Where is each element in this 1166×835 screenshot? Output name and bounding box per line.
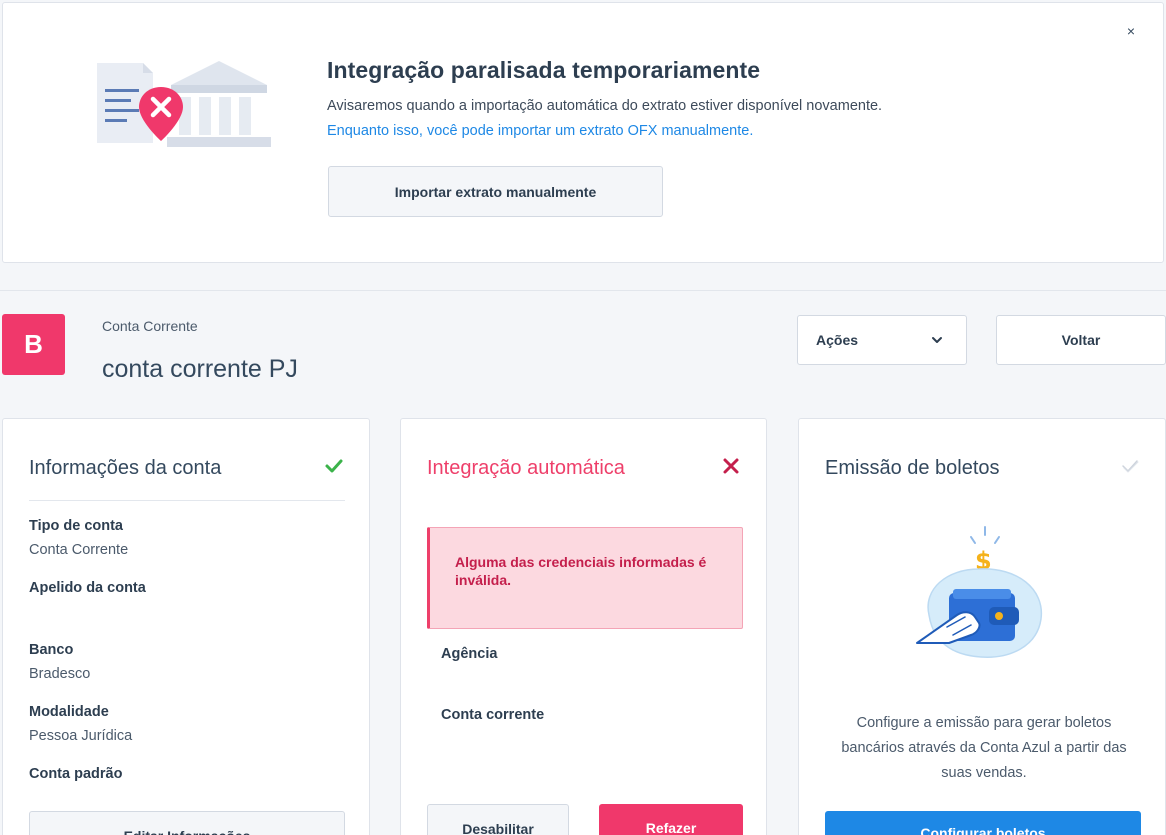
actions-label: Ações [816, 332, 859, 348]
boleto-description: Configure a emissão para gerar boletos b… [841, 715, 1127, 781]
field-label-checking-account: Conta corrente [441, 707, 545, 723]
field-value-bank: Bradesco [29, 666, 91, 682]
field-value-modality: Pessoa Jurídica [29, 728, 133, 744]
account-type: Conta Corrente [102, 318, 198, 334]
wallet-illustration: $ [916, 526, 1043, 658]
check-outline-icon [1122, 460, 1139, 473]
boleto-title: Emissão de boletos [825, 457, 1000, 479]
account-name: conta corrente PJ [102, 355, 298, 383]
x-icon [723, 458, 739, 474]
actions-dropdown[interactable]: Ações [797, 315, 967, 365]
auto-integration-title: Integração automática [427, 457, 625, 479]
account-info-title: Informações da conta [29, 457, 222, 479]
field-label-account-type: Tipo de conta [29, 518, 123, 534]
banner-message: Avisaremos quando a importação automátic… [327, 98, 883, 114]
field-value-account-type: Conta Corrente [29, 542, 129, 558]
close-banner-button[interactable]: × [1123, 23, 1139, 39]
import-statement-button[interactable]: Importar extrato manualmente [328, 166, 663, 217]
field-label-nickname: Apelido da conta [29, 580, 146, 596]
disable-button[interactable]: Desabilitar [427, 804, 569, 835]
section-divider [0, 290, 1166, 291]
field-label-agency: Agência [441, 646, 498, 662]
banner-link[interactable]: Enquanto isso, você pode importar um ext… [327, 123, 753, 139]
account-info-card: Informações da conta Tipo de conta Conta… [2, 418, 370, 835]
alert-message: Alguma das credenciais informadas é invá… [455, 554, 707, 588]
check-icon [325, 459, 343, 473]
back-button[interactable]: Voltar [996, 315, 1166, 365]
field-label-default-account: Conta padrão [29, 766, 123, 782]
chevron-down-icon [932, 337, 942, 343]
redo-button[interactable]: Refazer [599, 804, 743, 835]
bank-logo: B [2, 314, 65, 375]
edit-info-button[interactable]: Editar Informações [29, 811, 345, 835]
configure-boletos-button[interactable]: Configurar boletos [825, 811, 1141, 835]
field-label-bank: Banco [29, 642, 74, 658]
auto-integration-card: Integração automática Alguma das credenc… [400, 418, 767, 835]
boleto-card: Emissão de boletos $ Configure a emissão… [798, 418, 1166, 835]
field-label-modality: Modalidade [29, 704, 109, 720]
bank-error-illustration [97, 61, 271, 147]
banner-title: Integração paralisada temporariamente [327, 57, 761, 83]
invalid-credentials-alert: Alguma das credenciais informadas é invá… [427, 527, 743, 629]
card-divider [29, 500, 345, 501]
integration-paused-banner: × Integração paralisada temporariamente … [2, 2, 1164, 263]
